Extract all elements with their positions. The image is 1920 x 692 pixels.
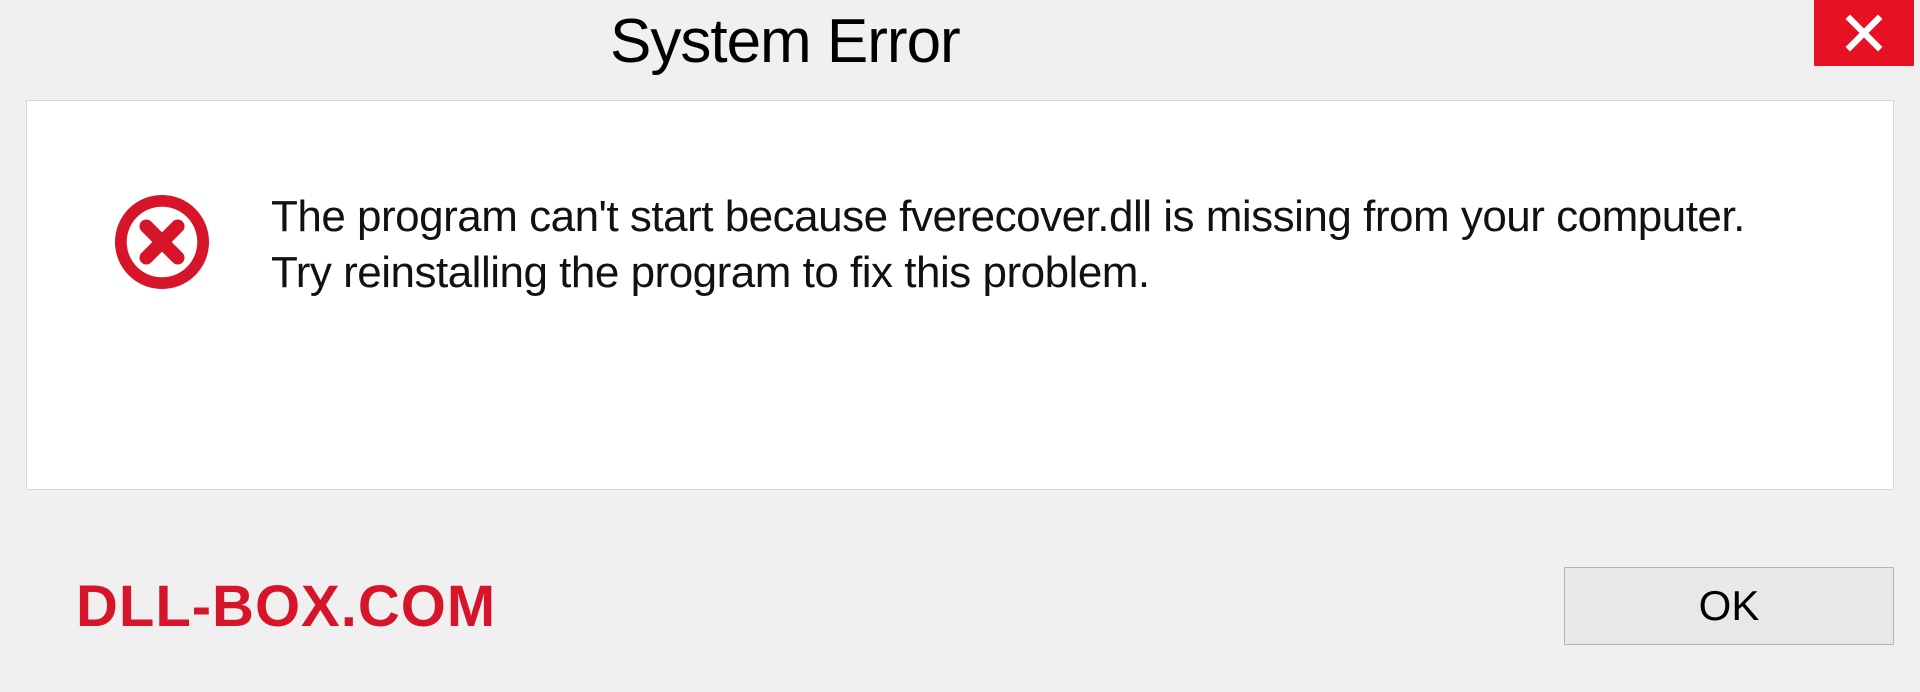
content-inner: The program can't start because fverecov… — [27, 101, 1893, 302]
content-panel: The program can't start because fverecov… — [26, 100, 1894, 490]
error-icon — [113, 193, 211, 291]
footer-area: DLL-BOX.COM OK — [26, 546, 1894, 666]
close-button[interactable] — [1814, 0, 1914, 66]
error-dialog: System Error The program can't start bec… — [0, 0, 1920, 692]
watermark-text: DLL-BOX.COM — [76, 573, 496, 640]
close-icon — [1843, 12, 1885, 54]
ok-button[interactable]: OK — [1564, 567, 1894, 645]
title-bar: System Error — [0, 0, 1920, 90]
error-message: The program can't start because fverecov… — [271, 189, 1751, 302]
dialog-title: System Error — [610, 6, 960, 77]
